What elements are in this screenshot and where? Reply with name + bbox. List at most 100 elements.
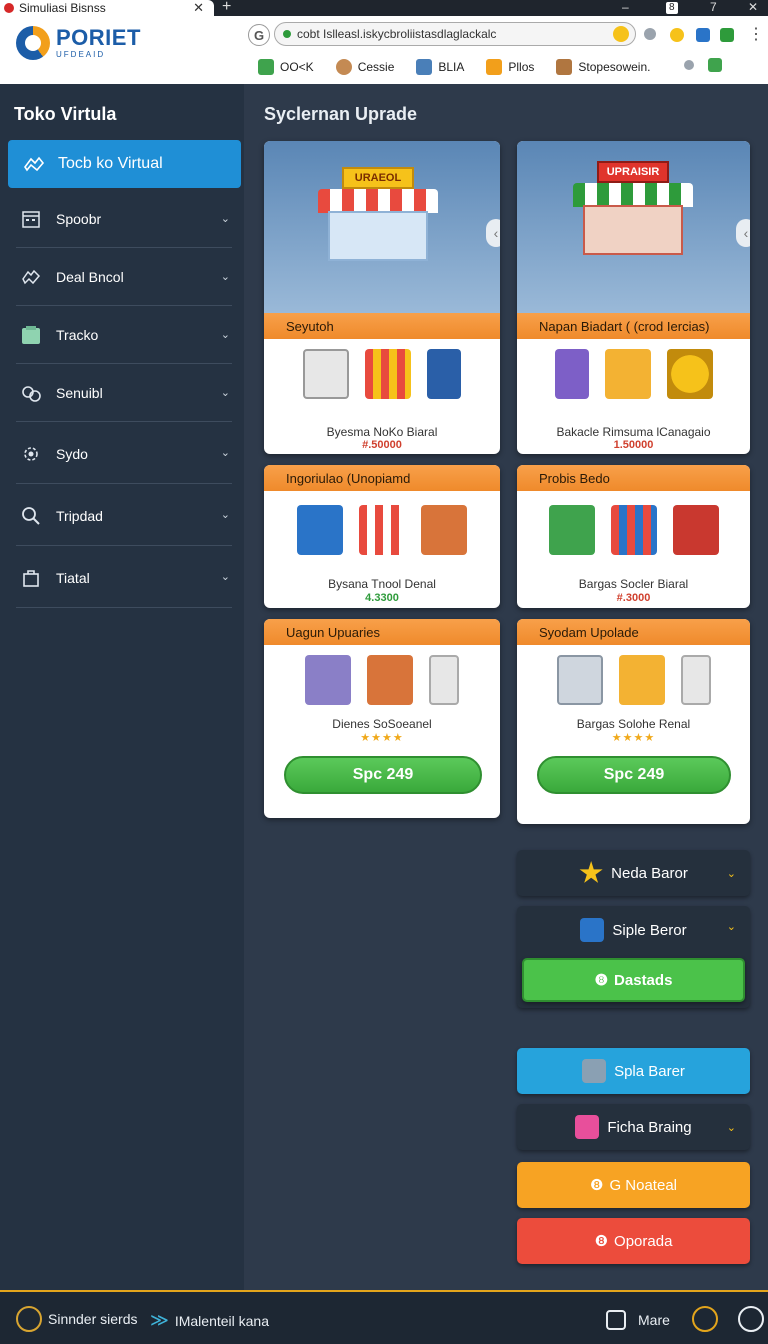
logo-title: PORIET [56, 25, 141, 50]
bottom-bar: Sinnder sierds ≫ IMalenteil kana Mare [0, 1290, 768, 1344]
site-favicon-icon [4, 3, 14, 13]
bookmark-1[interactable]: OO<K [258, 59, 314, 75]
siple-beror-header[interactable]: Siple Beror [580, 918, 687, 942]
lightbulb-icon[interactable] [613, 26, 629, 42]
extension-gear-icon[interactable] [644, 28, 656, 40]
chevron-down-icon: ⌄ [726, 921, 736, 933]
logo-subtitle: UFDEAID [56, 50, 106, 59]
shopping-bag-icon [575, 1115, 600, 1139]
bookmark-4[interactable]: Pllos [486, 59, 534, 75]
sidebar-item-sydo[interactable]: Sydo ⌄ [16, 424, 232, 484]
cart-icon [672, 505, 719, 555]
bookmark-green-icon[interactable] [708, 58, 722, 72]
sidebar-item-senuibl[interactable]: Senuibl ⌄ [16, 364, 232, 422]
spla-barer-button[interactable]: Spla Barer [517, 1048, 750, 1094]
card-subtitle: Dienes SoSoeanel [332, 717, 432, 731]
rating-stars: ★★★★ [611, 732, 656, 744]
bookmark-2[interactable]: Cessie [335, 59, 394, 75]
coin-icon: ❽ [594, 1233, 609, 1250]
card-price: 1.50000 [613, 439, 654, 451]
gear-icon [20, 443, 42, 465]
carousel-arrow-icon[interactable]: ‹ [486, 219, 500, 247]
crates-icon [367, 655, 413, 705]
buy-button[interactable]: Spc 249 [537, 756, 731, 794]
card-header: Probis Bedo [517, 465, 750, 491]
extension-green-icon[interactable] [720, 28, 734, 42]
noateal-button[interactable]: ❽G Noateal [517, 1162, 750, 1208]
bookmark-3[interactable]: BLIA [416, 59, 464, 75]
extension-blue-icon[interactable] [696, 28, 710, 42]
neda-baror-button[interactable]: Neda Baror ⌄ [517, 850, 750, 896]
card-header: Syodam Upolade [517, 619, 750, 645]
sidebar-item-label: Tracko [56, 326, 99, 343]
store-sign: UPRAISIR [597, 161, 669, 183]
power-icon[interactable] [738, 1306, 764, 1332]
sidebar-item-tripdad[interactable]: Tripdad ⌄ [16, 486, 232, 546]
stall-icon [548, 505, 595, 555]
tab-title: Simuliasi Bisnss [19, 1, 106, 15]
minimize-button[interactable]: – [622, 0, 629, 14]
upgrade-card-2[interactable]: UPRAISIR ‹ Napan Biadart ( (crod Iercias… [517, 141, 750, 454]
notification-icon[interactable] [692, 1306, 718, 1332]
new-tab-button[interactable]: + [222, 0, 231, 16]
search-icon [20, 505, 42, 527]
browser-back-button[interactable]: G [248, 24, 270, 46]
upgrade-card-4[interactable]: Probis Bedo Bargas Socler Biaral #.3000 [517, 465, 750, 608]
sidebar-item-label: Tripdad [56, 507, 103, 524]
browser-tab[interactable]: Simuliasi Bisnss ✕ [0, 0, 214, 16]
site-logo[interactable]: PORIET UFDEAID [16, 26, 141, 60]
handshake-icon [24, 156, 45, 172]
upgrade-card-3[interactable]: Ingoriulao (Unopiamd Bysana Tnool Denal … [264, 465, 500, 608]
sidebar: Toko Virtula Tocb ko Virtual Spoobr ⌄ De… [0, 84, 244, 1290]
sidebar-item-tiatal[interactable]: Tiatal ⌄ [16, 548, 232, 608]
bookmarks-bar: OO<K Cessie BLIA Pllos Stopesowein. [258, 54, 672, 80]
chevron-down-icon: ⌄ [220, 271, 230, 283]
extension-coin-icon[interactable] [670, 28, 684, 42]
bookmark-5[interactable]: Stopesowein. [556, 59, 650, 75]
item-icons [517, 655, 750, 705]
browser-tab-bar: Simuliasi Bisnss ✕ + – 8 7 ✕ [0, 0, 768, 16]
item-icons [264, 349, 500, 399]
menu-board-icon [680, 655, 711, 705]
sidebar-item-toko-virtual[interactable]: Tocb ko Virtual [8, 140, 241, 188]
window-close-button[interactable]: ✕ [748, 0, 758, 14]
sidebar-active-label: Tocb ko Virtual [58, 155, 163, 172]
shelf-icon [303, 349, 349, 399]
bookmark-gear-icon[interactable] [684, 60, 694, 70]
bookmark-icon [486, 59, 503, 75]
rating-stars: ★★★★ [360, 732, 404, 744]
calendar-icon [20, 208, 42, 230]
oporada-button[interactable]: ❽ Oporada [517, 1218, 750, 1264]
bottom-item-sinnder[interactable]: Sinnder sierds [16, 1306, 138, 1332]
sidebar-title: Toko Virtula [14, 104, 117, 124]
sidebar-item-tracko[interactable]: Tracko ⌄ [16, 306, 232, 364]
bottom-item-malenteil[interactable]: ≫ IMalenteil kana [150, 1310, 269, 1331]
address-bar[interactable]: cobt Islleasl.iskycbroliistasdlaglackalc [274, 22, 636, 46]
store-illustration: UPRAISIR ‹ [517, 141, 750, 313]
sidebar-item-spoobr[interactable]: Spoobr ⌄ [16, 190, 232, 248]
buy-button[interactable]: Spc 249 [284, 756, 482, 794]
compass-icon [16, 1306, 42, 1332]
chevron-down-icon: ⌄ [726, 867, 736, 880]
sidebar-item-label: Deal Bncol [56, 268, 124, 285]
upgrade-card-5[interactable]: Uagun Upuaries Dienes SoSoeanel ★★★★ Spc… [264, 619, 500, 818]
upgrade-card-1[interactable]: URAEOL ‹ Seyutoh Byesma NoKo Biaral #.50… [264, 141, 500, 454]
chevron-down-icon: ⌄ [220, 387, 230, 399]
register-icon [305, 655, 351, 705]
ficha-braing-button[interactable]: Ficha Braing ⌄ [517, 1104, 750, 1150]
upgrade-card-6[interactable]: Syodam Upolade Bargas Solohe Renal ★★★★ … [517, 619, 750, 824]
card-subtitle: Bysana Tnool Denal [328, 577, 436, 591]
bookmark-icon [335, 59, 352, 75]
browser-menu-icon[interactable]: ⋮ [748, 24, 764, 44]
box-icon [20, 324, 42, 346]
card-header: Uagun Upuaries [264, 619, 500, 645]
sidebar-item-deal-bncol[interactable]: Deal Bncol ⌄ [16, 248, 232, 306]
settings-icon [20, 382, 42, 404]
card-subtitle: Bargas Solohe Renal [576, 717, 691, 731]
tab-close-icon[interactable]: ✕ [193, 0, 204, 16]
carousel-arrow-icon[interactable]: ‹ [736, 219, 750, 247]
more-button[interactable]: Mare [606, 1310, 670, 1330]
sidebar-item-label: Senuibl [56, 384, 103, 401]
crates-icon [618, 655, 665, 705]
dastads-button[interactable]: ❽ Dastads [522, 958, 745, 1002]
